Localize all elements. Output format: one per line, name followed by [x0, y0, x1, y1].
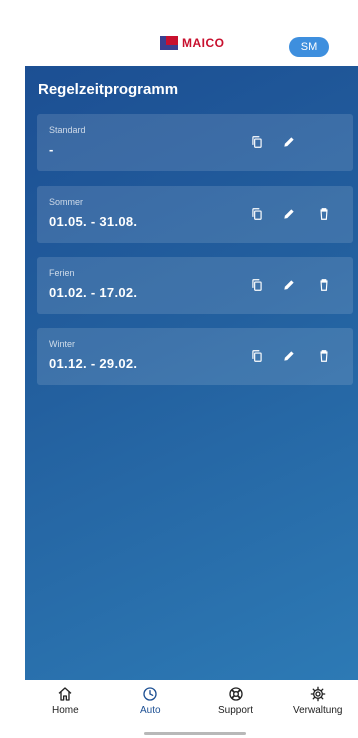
lifebuoy-icon: [228, 687, 243, 701]
edit-icon[interactable]: [280, 275, 298, 295]
maico-logo: MAICO: [160, 36, 225, 50]
user-avatar[interactable]: SM: [289, 37, 329, 57]
app-header: MAICO SM: [0, 0, 358, 66]
bottom-navigation: Home Auto Support Verwaltung: [25, 680, 358, 725]
program-card-ferien[interactable]: Ferien 01.02. - 17.02.: [37, 257, 353, 314]
program-date-range: 01.05. - 31.08.: [49, 214, 138, 229]
nav-label: Support: [218, 705, 254, 716]
program-name: Standard: [49, 125, 86, 135]
nav-item-verwaltung[interactable]: Verwaltung: [293, 686, 342, 716]
program-card-winter[interactable]: Winter 01.12. - 29.02.: [37, 328, 353, 385]
brand-name: MAICO: [182, 36, 225, 50]
program-date-range: -: [49, 142, 54, 157]
program-name: Ferien: [49, 268, 75, 278]
program-date-range: 01.12. - 29.02.: [49, 356, 138, 371]
nav-label: Home: [52, 705, 79, 716]
program-card-sommer[interactable]: Sommer 01.05. - 31.08.: [37, 186, 353, 243]
nav-item-auto[interactable]: Auto: [140, 686, 161, 716]
delete-icon[interactable]: [315, 204, 333, 224]
main-content: Regelzeitprogramm Standard - Sommer 01.0…: [25, 66, 358, 680]
nav-item-support[interactable]: Support: [218, 686, 253, 716]
maico-logo-mark: [160, 36, 178, 50]
program-card-standard[interactable]: Standard -: [37, 114, 353, 171]
edit-icon[interactable]: [280, 346, 298, 366]
program-name: Winter: [49, 339, 76, 349]
app-screen: MAICO SM Regelzeitprogramm Standard - So…: [0, 0, 358, 738]
delete-icon[interactable]: [315, 346, 333, 366]
home-indicator[interactable]: [144, 732, 246, 735]
page-title: Regelzeitprogramm: [38, 81, 179, 98]
edit-icon[interactable]: [280, 132, 298, 152]
copy-icon[interactable]: [248, 132, 266, 152]
copy-icon[interactable]: [248, 204, 266, 224]
copy-icon[interactable]: [248, 346, 266, 366]
edit-icon[interactable]: [280, 204, 298, 224]
home-icon: [58, 687, 72, 701]
nav-item-home[interactable]: Home: [52, 686, 79, 716]
copy-icon[interactable]: [248, 275, 266, 295]
nav-label: Auto: [140, 705, 161, 716]
gear-icon: [310, 686, 326, 702]
nav-label: Verwaltung: [293, 705, 343, 716]
delete-icon[interactable]: [315, 275, 333, 295]
program-date-range: 01.02. - 17.02.: [49, 285, 138, 300]
program-name: Sommer: [49, 197, 84, 207]
clock-icon: [143, 687, 157, 701]
